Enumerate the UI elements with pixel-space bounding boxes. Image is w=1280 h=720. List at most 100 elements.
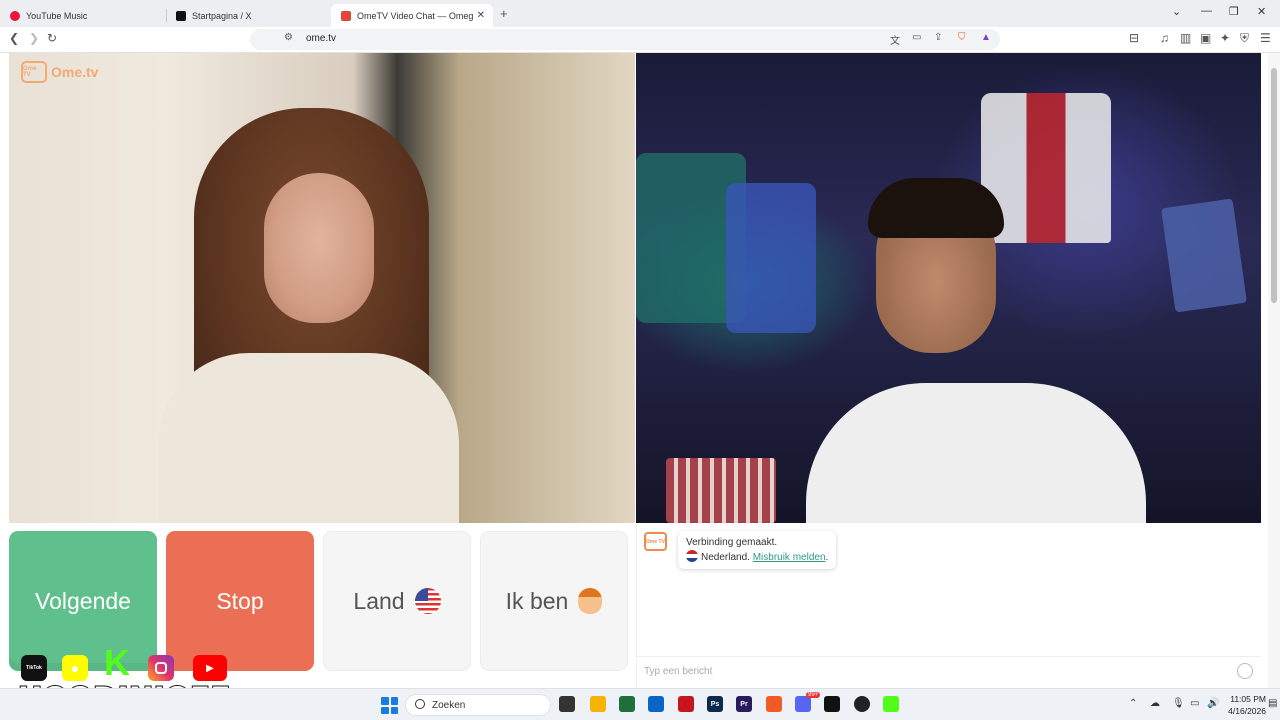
ometv-logo: Ome TV Ome.tv [21,61,98,83]
notifications-icon[interactable]: ▤ [1268,698,1277,709]
scrollbar-thumb[interactable] [1271,68,1277,303]
address-bar[interactable]: ⚙ ome.tv 文 ▭ ⇪ ⛉ ▲ [250,29,1000,50]
tiktok-icon: TikTok [21,655,47,681]
us-flag-icon [414,588,441,614]
self-video [636,53,1261,523]
onedrive-icon[interactable]: ☁ [1150,698,1160,709]
forward-icon[interactable]: ❯ [29,31,39,45]
gender-button-label: Ik ben [505,587,569,614]
country-name: Nederland. [701,552,750,563]
share-icon[interactable]: ⇪ [934,32,942,43]
microphone-icon[interactable]: 🎙 [1172,698,1185,709]
stop-button[interactable]: Stop [166,531,314,671]
windows-taskbar: Zoeken Ps Pr 99+ ⌃ ☁ 🎙 ▭ 🔊 11:05 PM 4/16… [0,688,1280,720]
close-tab-icon[interactable]: ✕ [477,10,485,21]
stranger-face [264,173,374,323]
music-icon[interactable]: ♫ [1160,31,1169,45]
close-window-button[interactable]: ✕ [1257,5,1266,18]
clock[interactable]: 11:05 PM 4/16/2026 [1222,693,1266,717]
start-button[interactable] [381,697,398,714]
file-explorer-icon[interactable] [590,696,606,712]
snapchat-icon: ● [62,655,88,681]
new-tab-button[interactable]: + [500,6,508,21]
report-suffix: . [825,552,829,563]
discord-badge: 99+ [806,692,821,698]
premiere-icon[interactable]: Pr [736,696,752,712]
netherlands-flag-icon [686,550,698,562]
photoshop-icon[interactable]: Ps [707,696,723,712]
url-text: ome.tv [306,33,337,44]
tiktok-label: TikTok [26,665,42,671]
maximize-button[interactable]: ❐ [1229,5,1239,18]
kick-app-icon[interactable] [883,696,899,712]
clock-date: 4/16/2026 [1228,706,1266,716]
wallet-icon[interactable]: ▣ [1200,31,1211,45]
browser-tab-strip: YouTube Music Startpagina / X OmeTV Vide… [0,0,1280,27]
browser-toolbar: ❮ ❯ ↻ ⚐ ⚙ ome.tv 文 ▭ ⇪ ⛉ ▲ ⊟ ♫ ▥ ▣ ✦ ⛨ ☰ [0,27,1280,53]
brave-rewards-icon[interactable]: ▲ [981,32,991,43]
tab-title: OmeTV Video Chat — Omeg [357,10,474,21]
next-button[interactable]: Volgende [9,531,157,671]
jersey-blue [726,183,816,333]
system-message: Verbinding gemaakt. Nederland. Misbruik … [678,531,837,569]
gender-button[interactable]: Ik ben [480,531,628,671]
sidebar-icon[interactable]: ▥ [1180,31,1191,45]
clock-time: 11:05 PM [1230,694,1266,704]
boy-emoji-icon [578,588,603,614]
tab-list-chevron-icon[interactable]: ⌄ [1172,5,1181,18]
tab-youtube-music[interactable]: YouTube Music [0,4,165,27]
youtube-icon: ▶ [193,655,227,681]
chair [666,458,776,523]
search-icon [415,699,425,709]
tab-ometv[interactable]: OmeTV Video Chat — Omeg ✕ [331,4,493,27]
ometv-chat-avatar-icon: Ome TV [644,532,667,551]
kick-icon: K [104,641,130,683]
minimize-button[interactable]: — [1201,5,1212,17]
stranger-video: Ome TV Ome.tv [9,53,635,523]
network-icon[interactable]: ▭ [1190,698,1199,709]
brave-shields-icon[interactable]: ⛉ [958,32,966,43]
ometv-page: Ome TV Ome.tv Volgende Stop Land Ik ben … [0,53,1280,688]
tab-x[interactable]: Startpagina / X [166,4,331,27]
connection-status: Verbinding gemaakt. [686,537,778,548]
back-icon[interactable]: ❮ [9,31,19,45]
youtube-music-icon [10,10,20,21]
emoji-icon[interactable] [1237,663,1253,679]
volume-icon[interactable]: 🔊 [1207,698,1219,709]
chat-message-input[interactable]: Typ een bericht [637,656,1261,686]
obs-icon[interactable] [854,696,870,712]
self-hair [868,178,1004,238]
ometv-logo-text: Ome.tv [51,64,99,80]
task-view-icon[interactable] [559,696,575,712]
discord-icon[interactable] [795,696,811,712]
taskbar-search-placeholder: Zoeken [432,700,466,711]
site-info-icon[interactable]: ⚙ [284,32,293,43]
outlook-icon[interactable] [648,696,664,712]
tab-title: Startpagina / X [192,10,252,21]
report-abuse-link[interactable]: Misbruik melden [753,552,826,563]
app-icon[interactable] [619,696,635,712]
tray-chevron-icon[interactable]: ⌃ [1129,698,1137,709]
stranger-shirt [159,353,459,523]
chat-panel: Ome TV Verbinding gemaakt. Nederland. Mi… [636,523,1261,688]
translate-icon[interactable]: 文 [890,32,900,47]
connection-country-line: Nederland. Misbruik melden. [686,550,828,565]
tab-groups-icon[interactable]: ⊟ [1129,31,1139,45]
country-button[interactable]: Land [323,531,471,671]
self-shirt [806,383,1146,523]
vpn-icon[interactable]: ⛨ [1240,31,1249,46]
acrobat-icon[interactable] [678,696,694,712]
brave-icon[interactable] [766,696,782,712]
ometv-logo-icon: Ome TV [21,61,47,83]
capcut-icon[interactable] [824,696,840,712]
ometv-favicon [341,10,351,21]
reload-icon[interactable]: ↻ [47,31,57,45]
leo-icon[interactable]: ✦ [1220,31,1230,45]
next-button-label: Volgende [35,587,131,614]
taskbar-search[interactable]: Zoeken [405,694,551,716]
cast-icon[interactable]: ▭ [912,32,921,43]
page-scrollbar[interactable] [1268,53,1280,688]
wall-sign [1161,198,1247,313]
stop-button-label: Stop [216,587,264,614]
menu-icon[interactable]: ☰ [1260,31,1271,45]
